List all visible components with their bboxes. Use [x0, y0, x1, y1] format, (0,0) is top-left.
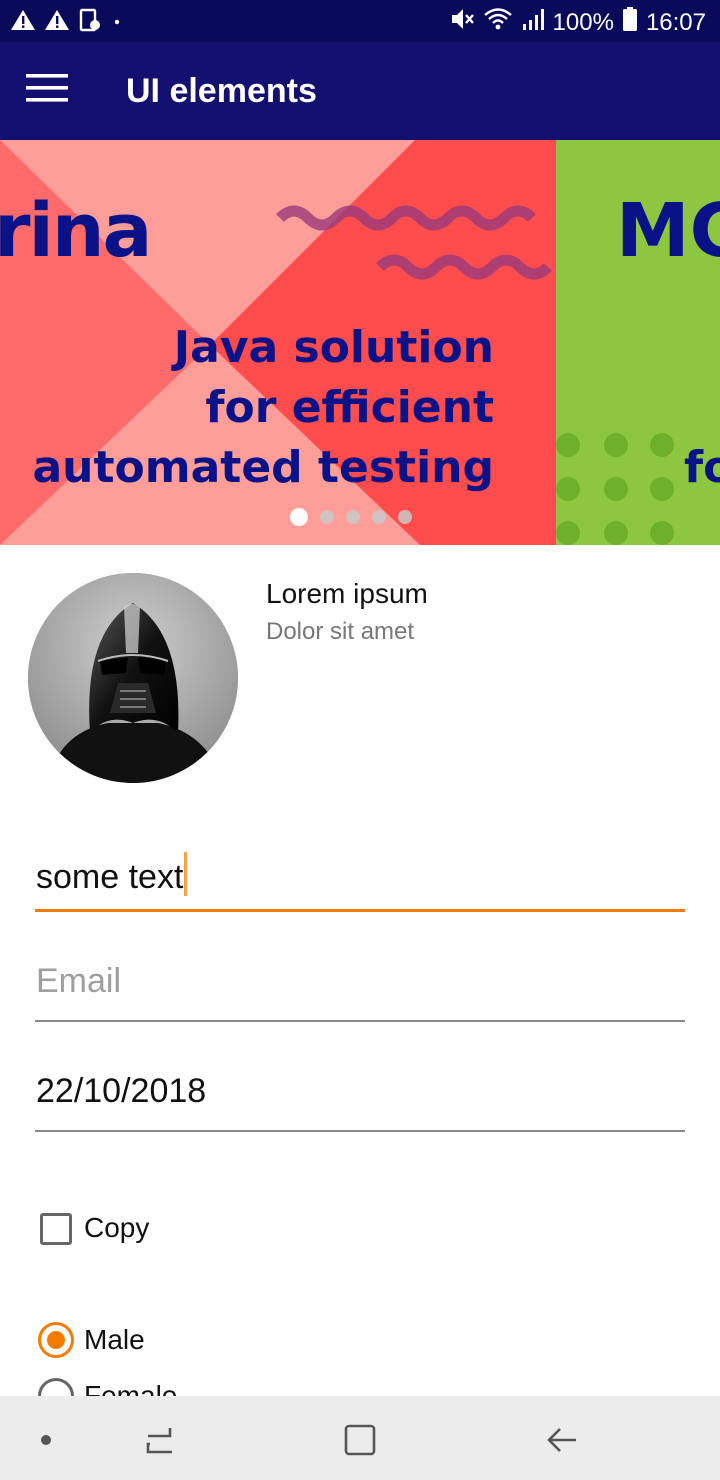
date-value: 22/10/2018: [36, 1072, 207, 1110]
battery-icon: [622, 6, 638, 39]
slide-brand-text: rina: [0, 188, 152, 274]
text-input-value: some text: [36, 858, 184, 896]
carousel-slide-next[interactable]: MC fo: [556, 140, 720, 545]
slide-headline: Java solution for efficient automated te…: [32, 322, 494, 493]
system-nav-bar: [0, 1396, 720, 1480]
dot-icon[interactable]: [36, 1430, 56, 1455]
signal-icon: [521, 6, 545, 39]
email-field[interactable]: Email: [35, 962, 685, 1022]
carousel-page-indicator: [290, 508, 412, 526]
app-bar: UI elements: [0, 42, 720, 140]
page-dot[interactable]: [372, 510, 386, 524]
notification-dot-icon: [110, 8, 124, 37]
male-radio-label[interactable]: Male: [84, 1324, 145, 1356]
recent-apps-icon[interactable]: [140, 1420, 180, 1465]
slide-brand-text: MC: [616, 188, 720, 274]
page-dot[interactable]: [320, 510, 334, 524]
wifi-icon: [483, 6, 513, 39]
page-dot[interactable]: [290, 508, 308, 526]
male-radio[interactable]: [38, 1322, 74, 1358]
warning-icon: [10, 8, 36, 37]
home-icon[interactable]: [340, 1420, 380, 1465]
copy-checkbox-label[interactable]: Copy: [84, 1212, 149, 1244]
text-input[interactable]: some text: [35, 852, 685, 912]
profile-subtitle: Dolor sit amet: [266, 618, 415, 645]
carousel-slide[interactable]: rina Java solution for efficient automat…: [0, 140, 556, 545]
hamburger-menu-icon[interactable]: [24, 72, 74, 112]
page-dot[interactable]: [346, 510, 360, 524]
clock: 16:07: [645, 8, 706, 36]
text-cursor: [184, 852, 188, 896]
email-placeholder: Email: [36, 962, 122, 1000]
page-title: UI elements: [126, 72, 317, 110]
date-field[interactable]: 22/10/2018: [35, 1072, 685, 1132]
page-dot[interactable]: [398, 510, 412, 524]
slide-headline: fo: [684, 442, 720, 493]
back-icon[interactable]: [542, 1420, 582, 1465]
image-carousel[interactable]: rina Java solution for efficient automat…: [0, 140, 720, 545]
status-bar: 100% 16:07: [0, 0, 720, 42]
battery-percent: 100%: [552, 8, 614, 36]
screenshot-icon: [78, 8, 102, 37]
darth-vader-avatar: [28, 573, 238, 783]
warning-icon: [44, 8, 70, 37]
mute-icon: [449, 6, 475, 39]
copy-checkbox[interactable]: [40, 1213, 72, 1245]
profile-title: Lorem ipsum: [266, 578, 428, 609]
